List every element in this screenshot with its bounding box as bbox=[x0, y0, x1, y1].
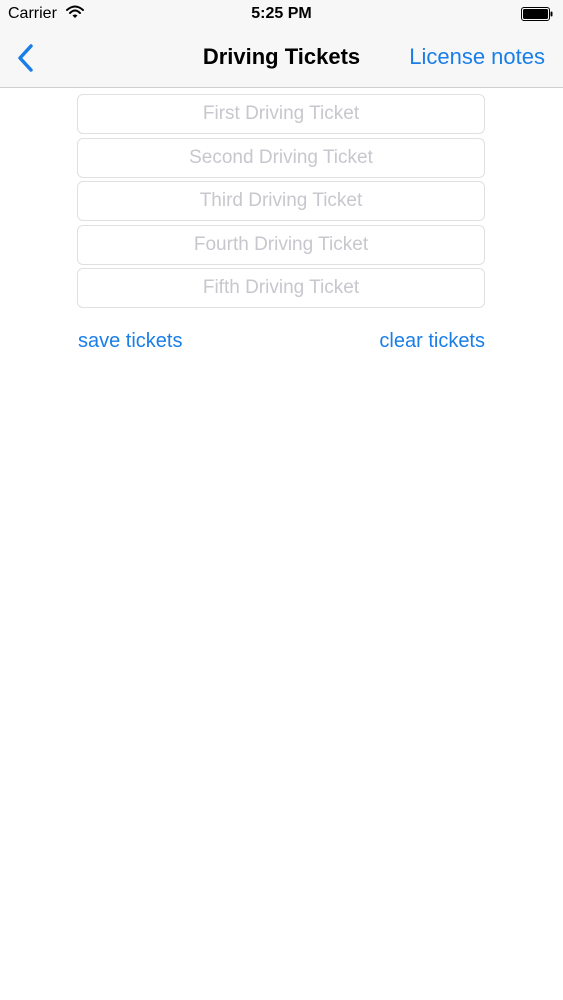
second-ticket-input[interactable] bbox=[77, 137, 485, 178]
battery-icon bbox=[521, 7, 553, 21]
license-notes-button[interactable]: License notes bbox=[409, 44, 545, 70]
status-time: 5:25 PM bbox=[251, 5, 312, 22]
fifth-ticket-input[interactable] bbox=[77, 268, 485, 308]
screen: Carrier 5:25 PM Driving Tickets License … bbox=[0, 0, 563, 1000]
fourth-ticket-input[interactable] bbox=[77, 224, 485, 265]
navigation-bar: Driving Tickets License notes bbox=[0, 30, 563, 88]
clear-tickets-button[interactable]: clear tickets bbox=[379, 330, 485, 353]
third-ticket-input[interactable] bbox=[77, 181, 485, 221]
save-tickets-button[interactable]: save tickets bbox=[78, 330, 182, 353]
ticket-fields bbox=[77, 94, 485, 312]
status-bar: Carrier 5:25 PM bbox=[0, 0, 563, 30]
first-ticket-input[interactable] bbox=[77, 94, 485, 134]
